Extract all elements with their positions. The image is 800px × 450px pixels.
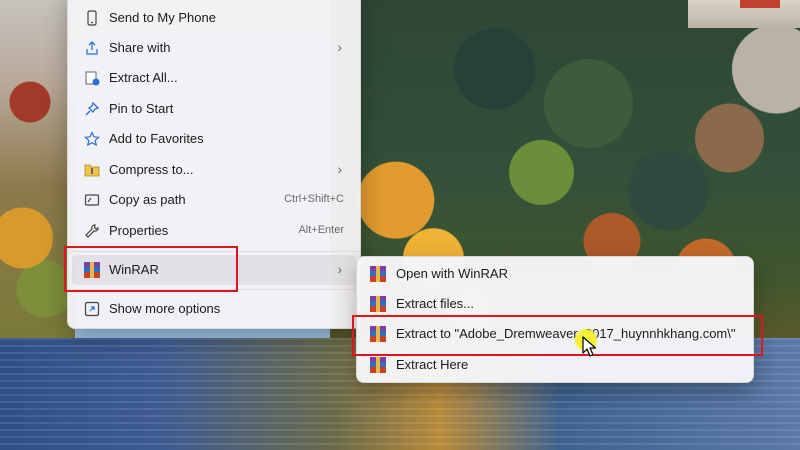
chevron-right-icon: › — [337, 161, 342, 177]
star-icon — [84, 131, 100, 147]
menu-item-properties[interactable]: Properties Alt+Enter — [72, 216, 356, 246]
submenu-item-label: Extract files... — [396, 296, 475, 311]
chevron-right-icon: › — [337, 39, 342, 55]
pointer-cursor-icon — [582, 336, 596, 357]
castle-roof — [740, 0, 780, 8]
pin-icon — [85, 101, 100, 116]
menu-item-send-to-my-phone[interactable]: Send to My Phone — [72, 3, 356, 33]
wrench-icon — [85, 224, 99, 238]
menu-item-copy-as-path[interactable]: Copy as path Ctrl+Shift+C — [72, 185, 356, 215]
share-icon — [86, 41, 98, 55]
menu-item-label: Show more options — [109, 301, 221, 316]
menu-item-pin-to-start[interactable]: Pin to Start — [72, 94, 356, 124]
winrar-icon — [370, 266, 386, 282]
shortcut-text: Ctrl+Shift+C — [284, 193, 344, 205]
folder-zip-icon — [84, 164, 100, 177]
highlight-winrar-item — [64, 246, 238, 292]
show-more-icon — [84, 301, 100, 317]
menu-item-share-with[interactable]: Share with › — [72, 33, 356, 63]
menu-item-label: Extract All... — [109, 70, 178, 85]
shortcut-text: Alt+Enter — [298, 224, 344, 236]
menu-item-show-more-options[interactable]: Show more options — [72, 294, 356, 324]
menu-item-label: Send to My Phone — [109, 10, 216, 25]
menu-item-label: Pin to Start — [109, 101, 174, 116]
extract-all-icon — [85, 71, 100, 86]
copy-path-icon — [84, 194, 100, 206]
winrar-icon — [370, 357, 386, 373]
chevron-right-icon: › — [337, 261, 342, 277]
menu-item-label: Share with — [109, 40, 171, 55]
highlight-extract-to-item — [352, 315, 763, 356]
menu-item-add-to-favorites[interactable]: Add to Favorites — [72, 124, 356, 154]
phone-icon — [87, 10, 97, 26]
submenu-item-label: Open with WinRAR — [396, 266, 508, 281]
menu-item-label: Add to Favorites — [109, 131, 204, 146]
menu-item-label: Properties — [109, 223, 169, 238]
menu-item-compress-to[interactable]: Compress to... › — [72, 155, 356, 185]
submenu-item-open-with-winrar[interactable]: Open with WinRAR — [361, 259, 749, 289]
menu-item-extract-all[interactable]: Extract All... — [72, 63, 356, 93]
submenu-item-label: Extract Here — [396, 357, 469, 372]
menu-item-label: Compress to... — [109, 162, 194, 177]
menu-item-label: Copy as path — [109, 192, 186, 207]
winrar-icon — [370, 296, 386, 312]
